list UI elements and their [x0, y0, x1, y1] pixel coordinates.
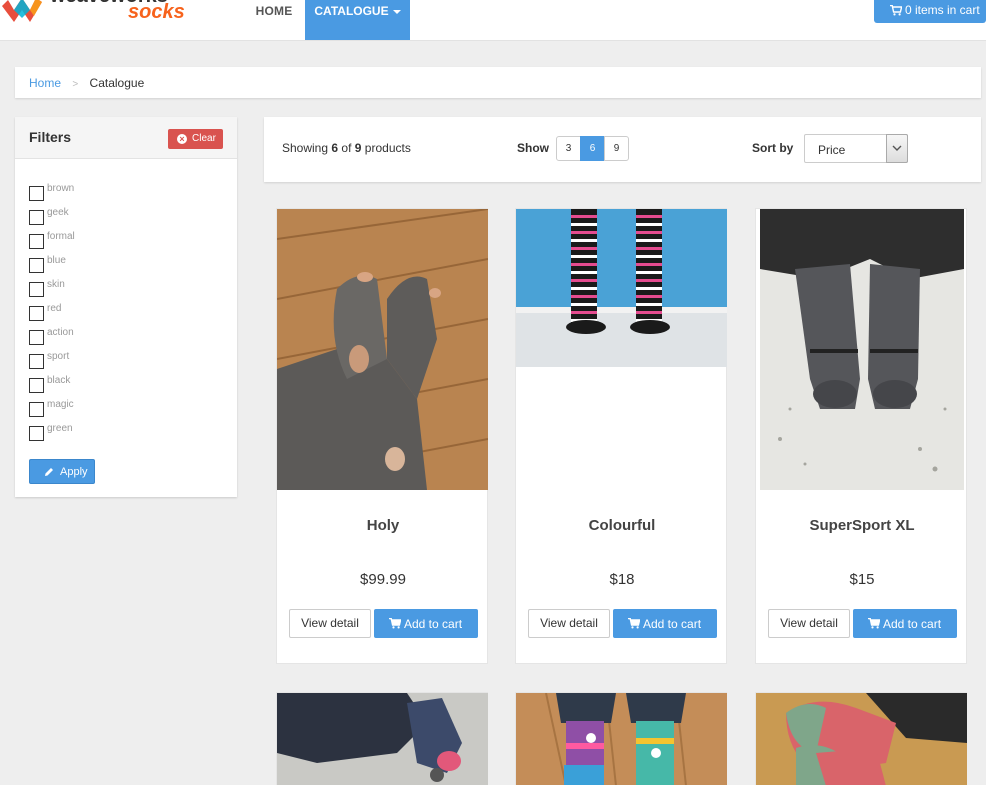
view-detail-button[interactable]: View detail	[528, 609, 610, 638]
chevron-down-icon[interactable]	[886, 134, 908, 163]
filter-option-label: green	[47, 423, 73, 434]
showing-of: of	[341, 141, 352, 155]
showing-suffix: products	[364, 141, 411, 155]
checkbox[interactable]	[29, 306, 44, 321]
filters-header: Filters × Clear	[15, 117, 237, 159]
view-detail-button[interactable]: View detail	[768, 609, 850, 638]
clear-filters-button[interactable]: × Clear	[168, 129, 223, 149]
page-size-9-button[interactable]: 9	[604, 136, 629, 161]
add-to-cart-label: Add to cart	[883, 617, 942, 631]
showing-count-text: Showing 6 of 9 products	[282, 141, 411, 155]
caret-down-icon	[392, 9, 401, 14]
product-card: SuperSport XL $15 View detail Add to car…	[755, 208, 967, 664]
weaveworks-logo[interactable]: weaveworks socks	[0, 0, 200, 28]
checkbox[interactable]	[29, 426, 44, 441]
view-detail-button[interactable]: View detail	[289, 609, 371, 638]
nav-home-link[interactable]: HOME	[243, 0, 305, 40]
page-size-3-button[interactable]: 3	[556, 136, 581, 161]
clear-label: Clear	[192, 133, 216, 144]
filter-option-label: brown	[47, 183, 75, 194]
show-label: Show	[517, 141, 549, 155]
filter-option-label: action	[47, 327, 74, 338]
page-size-6-button[interactable]: 6	[580, 136, 605, 161]
product-name[interactable]: SuperSport XL	[756, 517, 968, 534]
product-name[interactable]: Colourful	[516, 517, 728, 534]
showing-prefix: Showing	[282, 141, 329, 155]
product-card	[276, 692, 488, 785]
filters-title: Filters	[29, 129, 72, 145]
product-image[interactable]	[277, 693, 488, 785]
sort-by-label: Sort by	[752, 141, 794, 155]
checkbox[interactable]	[29, 282, 44, 297]
filter-option-label: magic	[47, 399, 74, 410]
checkbox[interactable]	[29, 330, 44, 345]
checkbox[interactable]	[29, 402, 44, 417]
product-card: Colourful $18 View detail Add to cart	[515, 208, 727, 664]
product-image[interactable]	[756, 693, 967, 785]
apply-filters-button[interactable]: Apply	[29, 459, 95, 484]
add-to-cart-label: Add to cart	[404, 617, 463, 631]
filter-option-label: red	[47, 303, 62, 314]
breadcrumb-separator: >	[72, 79, 79, 90]
filter-option-label: formal	[47, 231, 75, 242]
shopping-cart-icon	[868, 618, 880, 629]
sort-select[interactable]: Price	[804, 134, 908, 163]
add-to-cart-button[interactable]: Add to cart	[853, 609, 957, 638]
filter-option-label: black	[47, 375, 71, 386]
pencil-icon	[45, 468, 53, 476]
shopping-cart-icon	[628, 618, 640, 629]
product-card	[755, 692, 967, 785]
product-image[interactable]	[516, 209, 727, 367]
add-to-cart-button[interactable]: Add to cart	[613, 609, 717, 638]
filter-option-label: sport	[47, 351, 70, 362]
product-image[interactable]	[277, 209, 488, 490]
breadcrumb-home-link[interactable]: Home	[29, 76, 61, 90]
product-price: $99.99	[360, 571, 406, 588]
product-card	[515, 692, 727, 785]
filter-option-label: skin	[47, 279, 65, 290]
checkbox[interactable]	[29, 378, 44, 393]
checkbox[interactable]	[29, 210, 44, 225]
filter-option-label: blue	[47, 255, 66, 266]
nav-catalogue-dropdown[interactable]: CATALOGUE	[305, 0, 410, 40]
checkbox[interactable]	[29, 354, 44, 369]
shopping-cart-icon	[389, 618, 401, 629]
product-price: $18	[609, 571, 635, 588]
product-price: $15	[849, 571, 875, 588]
sort-select-value: Price	[818, 143, 846, 157]
breadcrumb-current: Catalogue	[89, 76, 145, 90]
product-name[interactable]: Holy	[277, 517, 489, 534]
apply-label: Apply	[60, 466, 88, 478]
checkbox[interactable]	[29, 234, 44, 249]
catalogue-toolbar: Showing 6 of 9 products Show 3 6 9 Sort …	[264, 117, 981, 182]
product-image[interactable]	[760, 209, 964, 490]
product-card: Holy $99.99 View detail Add to cart	[276, 208, 488, 664]
filters-panel: Filters × Clear brown geek formal blue s…	[15, 117, 237, 497]
showing-count: 6	[331, 141, 339, 155]
add-to-cart-button[interactable]: Add to cart	[374, 609, 478, 638]
shopping-cart-icon	[890, 5, 902, 16]
page-size-selector: 3 6 9	[556, 136, 629, 161]
checkbox[interactable]	[29, 186, 44, 201]
checkbox[interactable]	[29, 258, 44, 273]
cart-count-label: 0 items in cart	[905, 3, 980, 17]
showing-total: 9	[354, 141, 362, 155]
filter-option-label: geek	[47, 207, 69, 218]
product-image[interactable]	[516, 693, 727, 785]
top-navbar: weaveworks socks HOME CATALOGUE 0 items …	[0, 0, 986, 41]
close-circle-icon: ×	[177, 134, 187, 144]
cart-button[interactable]: 0 items in cart	[874, 0, 986, 23]
breadcrumb: Home > Catalogue	[15, 67, 981, 98]
nav-catalogue-label: CATALOGUE	[314, 4, 389, 18]
svg-text:socks: socks	[128, 1, 185, 23]
add-to-cart-label: Add to cart	[643, 617, 702, 631]
